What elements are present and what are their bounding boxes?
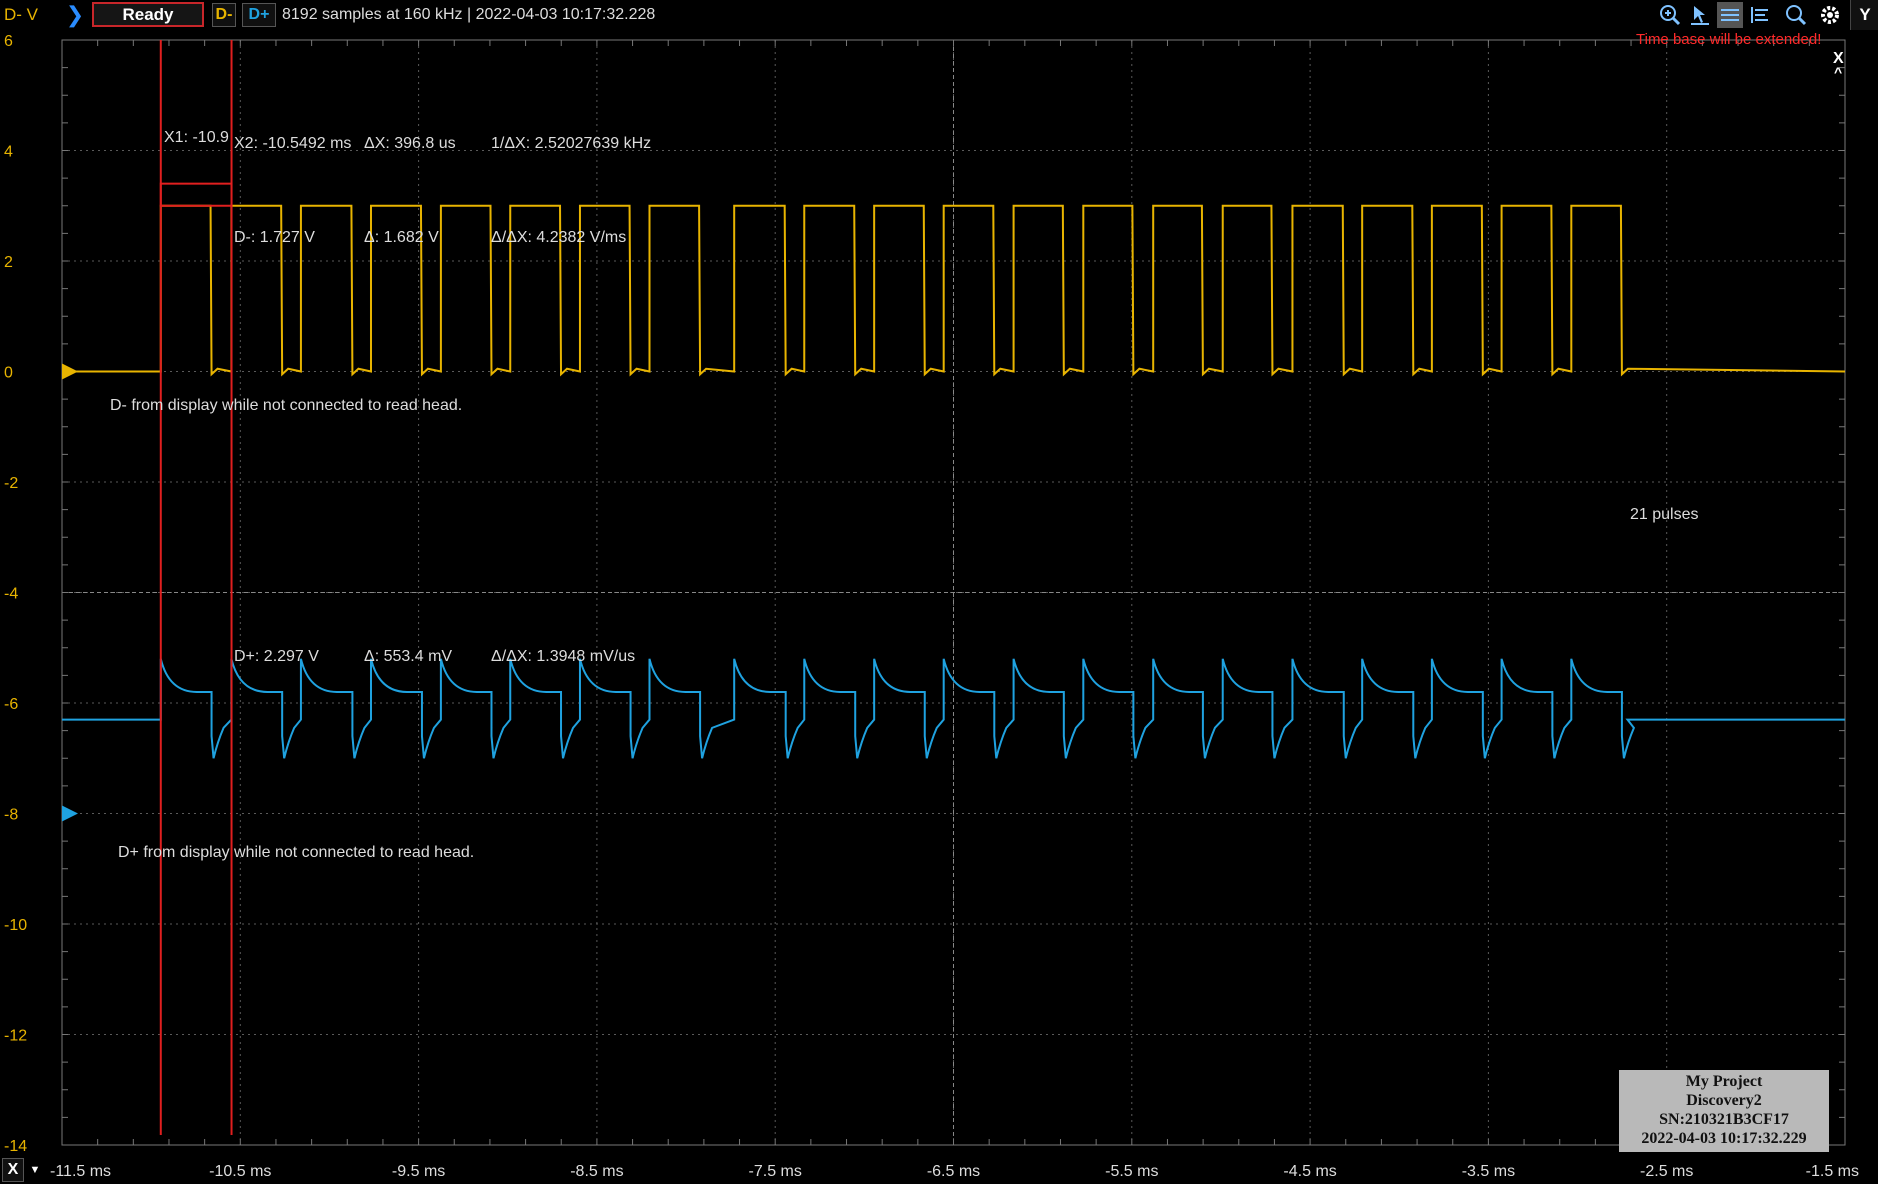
toolbar: D- V ❯ Ready D- D+ 8192 samples at 160 k… (0, 0, 1878, 30)
x-tick-label: -4.5 ms (1283, 1163, 1336, 1180)
x-tick-label: -1.5 ms (1806, 1163, 1859, 1180)
cursor-icon[interactable] (1687, 2, 1713, 28)
grid-icon[interactable] (1717, 2, 1743, 28)
project-name: My Project (1685, 1073, 1763, 1090)
y-tick-label: -2 (4, 475, 18, 492)
y-tick-label: 6 (4, 33, 13, 50)
cursor-dx-label: ΔX: 396.8 us (364, 135, 456, 152)
x-tick-label: -3.5 ms (1462, 1163, 1515, 1180)
y-tick-label: -8 (4, 807, 18, 824)
dplus-slope-label: Δ/ΔX: 1.3948 mV/us (491, 648, 635, 665)
dplus-value-label: D+: 2.297 V (234, 648, 319, 665)
timebase-warning: Time base will be extended! (1636, 31, 1822, 48)
device-model: Discovery2 (1686, 1092, 1762, 1109)
device-info-box: My Project Discovery2 SN:210321B3CF17 20… (1619, 1070, 1829, 1152)
status-button[interactable]: Ready (92, 2, 204, 27)
dplus-annotation: D+ from display while not connected to r… (118, 844, 474, 861)
device-serial: SN:210321B3CF17 (1659, 1111, 1789, 1128)
device-timestamp: 2022-04-03 10:17:32.229 (1641, 1130, 1807, 1147)
y-tick-label: -6 (4, 696, 18, 713)
x-axis-button[interactable]: X (2, 1158, 24, 1182)
cursor-x2-label: X2: -10.5492 ms (234, 135, 351, 152)
chevron-down-icon[interactable]: ▼ (26, 1158, 44, 1182)
x-tick-label: -8.5 ms (570, 1163, 623, 1180)
y-tick-label: -10 (4, 917, 27, 934)
acquisition-info: 8192 samples at 160 kHz | 2022-04-03 10:… (282, 6, 656, 23)
y-tick-label: 2 (4, 254, 13, 271)
channel-dminus-button[interactable]: D- (212, 3, 236, 27)
collapse-icon[interactable]: ^ (1834, 64, 1842, 80)
x-tick-label: -2.5 ms (1640, 1163, 1693, 1180)
cursor-inv-dx-label: 1/ΔX: 2.52027639 kHz (491, 135, 651, 152)
cursor-bracket (159, 182, 233, 207)
gear-icon[interactable] (1817, 2, 1843, 28)
x-tick-label: -11.5 ms (50, 1163, 111, 1180)
y-tick-label: -4 (4, 586, 18, 603)
dplus-marker-icon[interactable] (62, 805, 78, 822)
zoom-in-icon[interactable] (1657, 2, 1683, 28)
oscilloscope-view: 6 4 2 0 -2 -4 -6 -8 -10 -12 -14 -11.5 ms -10.5 ms -9.… (0, 0, 1878, 1184)
x-tick-label: -10.5 ms (209, 1163, 271, 1180)
list-icon[interactable] (1747, 2, 1773, 28)
channel-dplus-button[interactable]: D+ (242, 3, 276, 27)
x-tick-label: -5.5 ms (1105, 1163, 1158, 1180)
x-tick-label: -6.5 ms (927, 1163, 980, 1180)
y-units-label[interactable]: D- V (4, 5, 38, 25)
y-tick-label: 4 (4, 144, 13, 161)
dminus-delta-label: Δ: 1.682 V (364, 229, 439, 246)
x-tick-label: -7.5 ms (749, 1163, 802, 1180)
plot-area[interactable]: 6 4 2 0 -2 -4 -6 -8 -10 -12 -14 -11.5 ms -10.5 ms -9.… (0, 0, 1878, 1184)
zoom-icon[interactable] (1783, 2, 1809, 28)
dplus-delta-label: Δ: 553.4 mV (364, 648, 452, 665)
run-arrow-icon[interactable]: ❯ (64, 3, 86, 27)
y-axis-button[interactable]: Y (1850, 0, 1878, 30)
dminus-marker-icon[interactable] (62, 363, 78, 380)
dminus-slope-label: Δ/ΔX: 4.2382 V/ms (491, 229, 626, 246)
y-tick-label: 0 (4, 365, 13, 382)
cursor-x1-label: X1: -10.9 (164, 129, 229, 146)
y-tick-label: -12 (4, 1028, 27, 1045)
dminus-value-label: D-: 1.727 V (234, 229, 315, 246)
y-tick-label: -14 (4, 1138, 27, 1155)
x-tick-label: -9.5 ms (392, 1163, 445, 1180)
dminus-annotation: D- from display while not connected to r… (110, 397, 462, 414)
pulse-count-label: 21 pulses (1630, 506, 1699, 523)
